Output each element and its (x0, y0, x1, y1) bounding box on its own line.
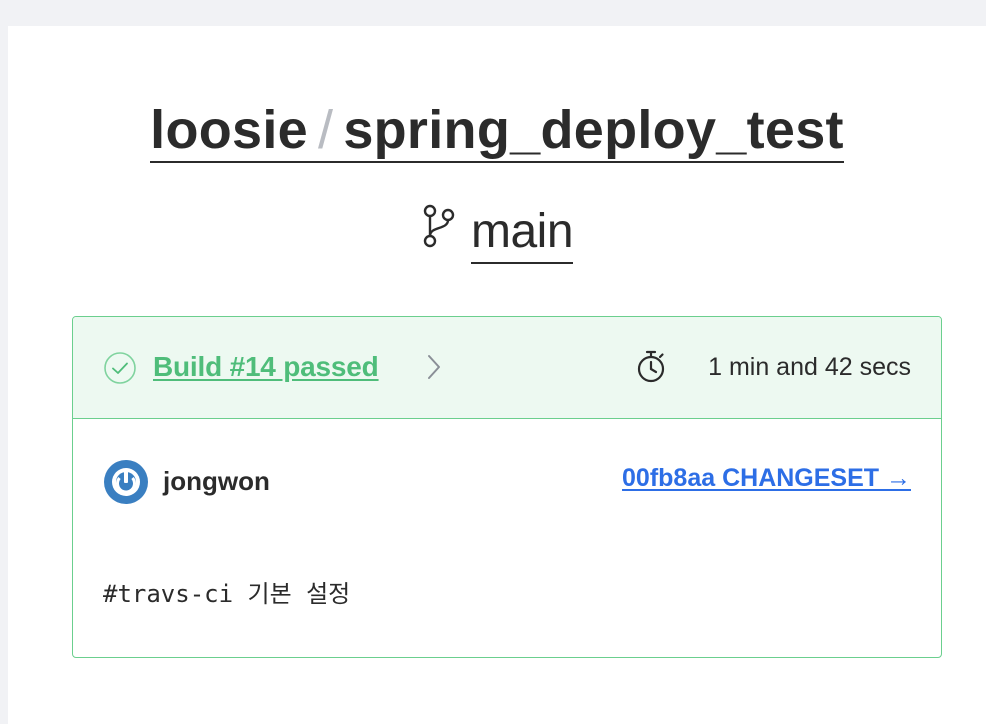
git-branch-icon (423, 204, 455, 248)
branch-row: main (8, 202, 986, 264)
repository-separator: / (318, 100, 334, 160)
build-card-header: Build #14 passed 1 min and 42 secs (73, 317, 941, 419)
changeset-link[interactable]: 00fb8aa CHANGESET → (622, 461, 911, 495)
commit-message: #travs-ci 기본 설정 (103, 580, 351, 608)
build-duration: 1 min and 42 secs (708, 353, 911, 381)
avatar-icon[interactable] (103, 459, 149, 505)
chevron-right-icon[interactable] (425, 352, 443, 382)
stopwatch-icon (637, 350, 665, 383)
branch-link[interactable]: main (470, 202, 574, 264)
repository-link[interactable]: loosie / spring_deploy_test (150, 99, 844, 163)
repository-name: spring_deploy_test (343, 100, 844, 160)
repository-owner: loosie (150, 100, 308, 160)
build-status-link[interactable]: Build #14 passed (153, 349, 379, 385)
page-title: loosie / spring_deploy_test (8, 98, 986, 163)
check-circle-icon (104, 352, 136, 384)
build-card: Build #14 passed 1 min and 42 secs jongw… (72, 316, 942, 658)
commit-author: jongwon (163, 466, 270, 496)
build-panel: loosie / spring_deploy_test main Build #14… (8, 26, 986, 724)
